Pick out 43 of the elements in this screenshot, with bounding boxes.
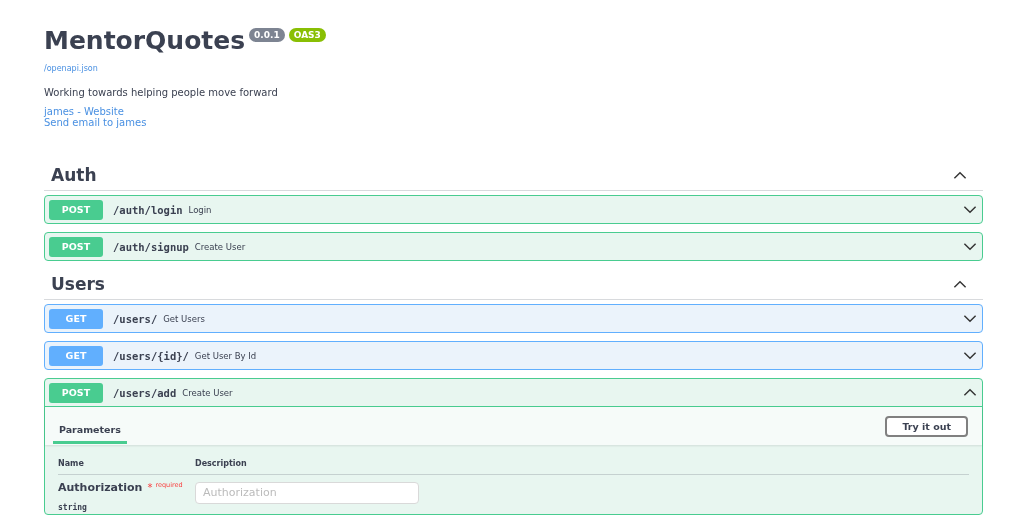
endpoint-path: /users/ — [113, 312, 158, 325]
endpoint-summary: Login — [188, 204, 212, 215]
spec-link[interactable]: /openapi.json — [44, 64, 98, 73]
api-title: MentorQuotes — [44, 26, 246, 56]
section-title[interactable]: Users — [51, 274, 105, 294]
oas-badge: OAS3 — [288, 28, 326, 42]
method-badge: GET — [49, 345, 103, 366]
operation-block[interactable]: POST /auth/login Login — [44, 195, 983, 224]
parameter-input[interactable]: Authorization — [195, 481, 419, 504]
chevron-down-icon[interactable] — [963, 205, 977, 214]
parameter-name: Authorization — [58, 481, 143, 494]
method-badge: GET — [49, 308, 103, 329]
chevron-down-icon[interactable] — [963, 314, 977, 323]
endpoint-path: /users/{id}/ — [113, 349, 189, 362]
parameter-type: string — [58, 503, 87, 512]
chevron-up-icon[interactable] — [953, 170, 967, 180]
column-header: Description — [195, 459, 248, 468]
contact-link[interactable]: james - Website — [44, 106, 124, 117]
operation-block[interactable]: POST /auth/signup Create User — [44, 232, 983, 261]
chevron-down-icon[interactable] — [963, 351, 977, 360]
endpoint-path: /auth/signup — [113, 240, 189, 253]
chevron-up-icon[interactable] — [963, 388, 977, 397]
required-asterisk: * — [147, 481, 153, 495]
section-title[interactable]: Auth — [51, 165, 97, 185]
endpoint-path: /auth/login — [113, 203, 183, 216]
contact-link[interactable]: Send email to james — [44, 117, 147, 128]
endpoint-summary: Create User — [194, 241, 246, 252]
operation-block[interactable]: GET /users/ Get Users — [44, 304, 983, 333]
method-badge: POST — [49, 236, 103, 257]
endpoint-summary: Get User By Id — [194, 350, 257, 361]
endpoint-path: /users/add — [113, 386, 177, 399]
method-badge: POST — [49, 382, 103, 403]
endpoint-summary: Get Users — [163, 313, 205, 324]
method-badge: POST — [49, 199, 103, 220]
column-header: Name — [58, 459, 85, 468]
api-description: Working towards helping people move forward — [44, 87, 278, 98]
parameters-tab[interactable]: Parameters — [53, 416, 127, 444]
endpoint-summary: Create User — [182, 387, 233, 398]
try-it-out-button[interactable]: Try it out — [885, 415, 968, 437]
operation-block[interactable]: GET /users/{id}/ Get User By Id — [44, 341, 983, 370]
chevron-up-icon[interactable] — [953, 279, 967, 289]
version-badge: 0.0.1 — [249, 28, 285, 42]
chevron-down-icon[interactable] — [963, 242, 977, 251]
